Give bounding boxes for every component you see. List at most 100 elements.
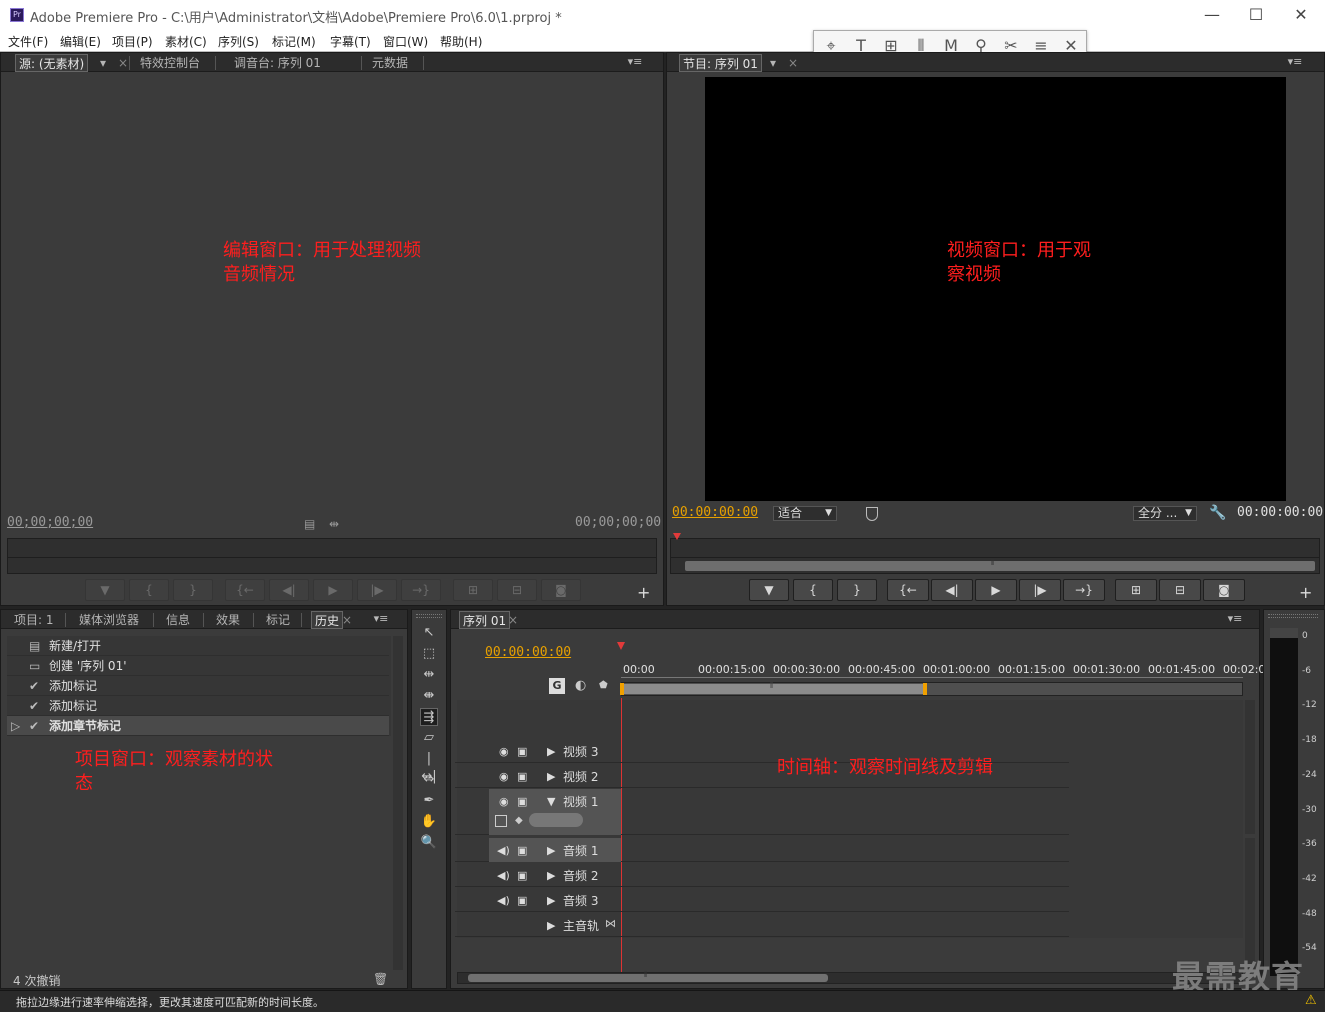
track-video-1[interactable]: ◉ ▣ ▼ 视频 1 ◆ [455, 789, 1069, 835]
tab-effect-controls[interactable]: 特效控制台 [137, 54, 203, 72]
playhead-marker[interactable] [673, 533, 681, 540]
add-button[interactable]: + [1299, 583, 1312, 602]
history-scrollbar[interactable] [393, 636, 403, 970]
go-to-in-button[interactable]: {← [887, 579, 929, 601]
add-marker-icon[interactable]: ⬟ [599, 680, 608, 691]
overwrite-button[interactable]: ⊟ [1159, 579, 1201, 601]
speaker-icon[interactable]: ◀) [497, 869, 510, 882]
go-to-in-button[interactable]: {← [225, 579, 265, 601]
tab-media-browser[interactable]: 媒体浏览器 [76, 611, 142, 629]
expand-icon[interactable]: ▶ [547, 919, 555, 932]
film-icon[interactable]: ▣ [517, 844, 527, 857]
speaker-icon[interactable]: ◀) [497, 844, 510, 857]
add-button[interactable]: + [637, 583, 650, 602]
go-to-out-button[interactable]: →} [1063, 579, 1105, 601]
film-icon[interactable]: ▤ [304, 517, 315, 531]
program-dropdown-icon[interactable]: ▾ [767, 54, 779, 72]
tab-info[interactable]: 信息 [163, 611, 193, 629]
film-icon[interactable]: ▣ [517, 795, 527, 808]
maximize-button[interactable]: ☐ [1236, 4, 1276, 26]
list-item[interactable]: ▤ 新建/打开 [7, 636, 389, 656]
rolling-edit-tool-icon[interactable]: ⇼ [420, 687, 438, 705]
step-forward-button[interactable]: |▶ [357, 579, 397, 601]
mark-out-button[interactable]: } [173, 579, 213, 601]
expand-icon[interactable]: ▶ [547, 869, 555, 882]
menu-sequence[interactable]: 序列(S) [218, 33, 259, 50]
trim-icon[interactable]: ⇹ [329, 517, 339, 531]
work-area-in-handle[interactable] [620, 683, 624, 695]
eye-icon[interactable]: ◉ [499, 795, 509, 808]
play-button[interactable]: ▶ [975, 579, 1017, 601]
step-back-button[interactable]: ◀| [931, 579, 973, 601]
tab-source[interactable]: 源: (无素材) [15, 54, 89, 72]
slide-tool-icon[interactable]: ⇔ [420, 771, 438, 789]
expand-icon[interactable]: ▶ [547, 745, 555, 758]
menu-help[interactable]: 帮助(H) [440, 33, 482, 50]
list-item[interactable]: ▭ 创建 '序列 01' [7, 656, 389, 676]
program-scrollbar[interactable]: ⦀ [685, 558, 1315, 571]
timeline-timecode[interactable]: 00:00:00:00 [485, 645, 571, 660]
work-area-bar[interactable]: ⦀ [622, 681, 925, 694]
tab-project[interactable]: 项目: 1 [11, 611, 57, 629]
menu-edit[interactable]: 编辑(E) [60, 33, 101, 50]
hand-tool-icon[interactable]: ✋ [420, 813, 438, 831]
work-area-out-handle[interactable] [923, 683, 927, 695]
program-timecode-left[interactable]: 00:00:00:00 [672, 505, 758, 520]
keyframe-icon[interactable]: ◆ [515, 815, 523, 826]
playhead-marker[interactable] [617, 642, 625, 650]
film-icon[interactable]: ▣ [517, 869, 527, 882]
film-icon[interactable]: ▣ [517, 745, 527, 758]
track-audio-1[interactable]: ◀) ▣ ▶ 音频 1 [455, 838, 1069, 862]
selection-tool-icon[interactable]: ↖ [420, 624, 438, 642]
insert-button[interactable]: ⊞ [453, 579, 493, 601]
film-icon[interactable]: ▣ [517, 894, 527, 907]
track-master[interactable]: ▶ 主音轨 ⋈ [455, 913, 1069, 937]
expand-icon[interactable]: ▶ [547, 894, 555, 907]
speaker-icon[interactable]: ◀) [497, 894, 510, 907]
mark-out-button[interactable]: } [837, 579, 877, 601]
overwrite-button[interactable]: ⊟ [497, 579, 537, 601]
track-audio-2[interactable]: ◀) ▣ ▶ 音频 2 [455, 863, 1069, 887]
export-frame-button[interactable]: ◙ [1203, 579, 1245, 601]
zoom-tool-icon[interactable]: 🔍 [420, 834, 438, 852]
keyframe-navigator[interactable] [529, 813, 583, 827]
track-select-tool-icon[interactable]: ⬚ [420, 645, 438, 663]
scroll-thumb[interactable]: ⦀ [468, 970, 828, 982]
film-icon[interactable]: ▣ [517, 770, 527, 783]
go-to-out-button[interactable]: →} [401, 579, 441, 601]
menu-title[interactable]: 字幕(T) [330, 33, 371, 50]
program-video-display[interactable] [705, 77, 1286, 501]
tab-metadata[interactable]: 元数据 [369, 54, 411, 72]
tab-effects[interactable]: 效果 [213, 611, 243, 629]
play-button[interactable]: ▶ [313, 579, 353, 601]
snap-icon[interactable]: G [549, 678, 565, 694]
add-marker-button[interactable]: ▼ [749, 579, 789, 601]
panel-menu-icon[interactable]: ▾≡ [1287, 55, 1303, 69]
list-item-selected[interactable]: ▷ ✔ 添加章节标记 [7, 716, 389, 736]
expand-icon[interactable]: ▶ [547, 844, 555, 857]
source-timeline-bar[interactable] [7, 538, 657, 574]
marker-shield-icon[interactable] [866, 507, 878, 521]
insert-button[interactable]: ⊞ [1115, 579, 1157, 601]
panel-menu-icon[interactable]: ▾≡ [373, 612, 389, 626]
source-dropdown-icon[interactable]: ▾ [97, 54, 109, 72]
close-icon[interactable]: × [505, 611, 521, 629]
list-item[interactable]: ✔ 添加标记 [7, 676, 389, 696]
panel-menu-icon[interactable]: ▾≡ [627, 55, 643, 69]
wrench-icon[interactable]: 🔧 [1209, 505, 1226, 521]
pen-tool-icon[interactable]: ✒ [420, 792, 438, 810]
ripple-edit-tool-icon[interactable]: ⇹ [420, 666, 438, 684]
eye-icon[interactable]: ◉ [499, 745, 509, 758]
add-marker-button[interactable]: ▼ [85, 579, 125, 601]
expand-icon[interactable]: ▶ [547, 770, 555, 783]
video-scrollbar[interactable] [1245, 700, 1255, 834]
display-style-icon[interactable] [495, 815, 507, 827]
menu-window[interactable]: 窗口(W) [383, 33, 428, 50]
menu-clip[interactable]: 素材(C) [165, 33, 207, 50]
rate-stretch-tool-icon[interactable]: ⇶ [420, 708, 438, 726]
step-forward-button[interactable]: |▶ [1019, 579, 1061, 601]
eye-icon[interactable]: ◉ [499, 770, 509, 783]
fit-select[interactable]: 适合 ▼ [773, 506, 837, 521]
close-icon[interactable]: × [785, 54, 801, 72]
tab-program[interactable]: 节目: 序列 01 [679, 54, 762, 72]
